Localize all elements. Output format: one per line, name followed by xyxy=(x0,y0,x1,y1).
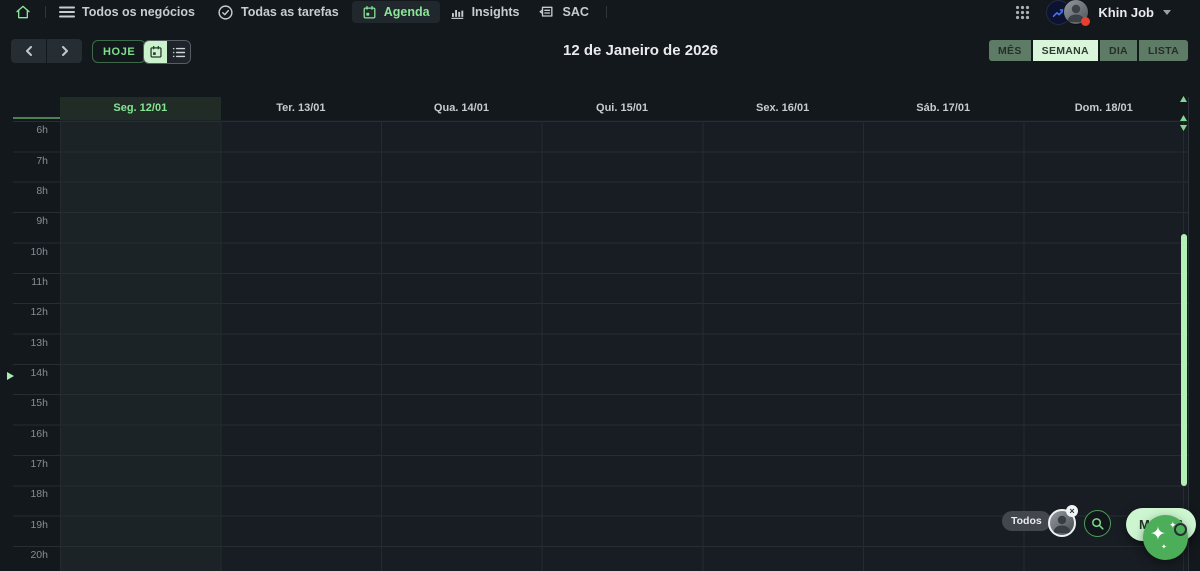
chat-icon xyxy=(539,6,553,17)
display-mode-toggle xyxy=(143,40,191,64)
fab-ring-icon xyxy=(1174,523,1187,536)
day-header-mon[interactable]: Seg. 12/01 xyxy=(60,97,221,120)
check-circle-icon xyxy=(218,4,233,20)
hour-label: 8h xyxy=(36,185,48,197)
column-gridlines xyxy=(60,121,1184,571)
list-view-icon xyxy=(172,47,185,57)
prev-button[interactable] xyxy=(11,39,46,63)
bar-chart-icon xyxy=(450,9,463,19)
date-nav-arrows xyxy=(11,39,82,63)
nav-deals[interactable]: Todos os negócios xyxy=(59,1,195,23)
nav-agenda[interactable]: Agenda xyxy=(351,1,440,23)
page-title: 12 de Janeiro de 2026 xyxy=(563,42,719,59)
day-header-thu[interactable]: Qui. 15/01 xyxy=(542,97,703,120)
scrollbar-thumb[interactable] xyxy=(1181,234,1187,486)
hour-label: 17h xyxy=(30,458,48,470)
nav-sac-label: SAC xyxy=(562,5,589,19)
hour-label: 10h xyxy=(30,246,48,258)
nav-insights-label: Insights xyxy=(471,5,520,19)
search-button[interactable] xyxy=(1084,510,1111,537)
nav-agenda-label: Agenda xyxy=(383,5,430,19)
close-icon[interactable]: × xyxy=(1066,505,1078,517)
hour-label: 6h xyxy=(36,124,48,136)
hour-label: 16h xyxy=(30,428,48,440)
topbar-right: Khin Job xyxy=(1014,0,1171,26)
nav-tasks-label: Todas as tarefas xyxy=(240,5,339,19)
view-day-button[interactable]: DIA xyxy=(1099,40,1137,61)
next-button[interactable] xyxy=(47,39,82,63)
home-button[interactable] xyxy=(14,3,32,21)
hour-label: 9h xyxy=(36,215,48,227)
today-button[interactable]: HOJE xyxy=(92,40,147,63)
calendar-view-icon xyxy=(149,45,162,58)
topbar-divider xyxy=(605,6,607,18)
hour-label: 15h xyxy=(30,397,48,409)
apps-grid-button[interactable] xyxy=(1014,4,1031,21)
hour-label: 13h xyxy=(30,337,48,349)
day-header-sun[interactable]: Dom. 18/01 xyxy=(1023,97,1184,120)
view-month-button[interactable]: MÊS xyxy=(988,40,1031,61)
hamburger-icon xyxy=(59,6,75,18)
day-header-sat[interactable]: Sáb. 17/01 xyxy=(863,97,1024,120)
user-avatar[interactable] xyxy=(1063,0,1091,26)
ai-fab-button[interactable]: ✦ ✦ ✦ xyxy=(1143,515,1188,560)
view-week-button[interactable]: SEMANA xyxy=(1032,40,1098,61)
hour-label: 7h xyxy=(36,155,48,167)
hour-label: 11h xyxy=(31,276,48,288)
gutter-accent-line xyxy=(13,117,60,119)
nav-insights[interactable]: Insights xyxy=(449,1,520,23)
notification-badge xyxy=(1081,17,1091,26)
filter-todos-pill[interactable]: Todos xyxy=(1002,511,1051,531)
user-name[interactable]: Khin Job xyxy=(1098,5,1154,20)
day-header-wed[interactable]: Qua. 14/01 xyxy=(381,97,542,120)
time-marker-icon xyxy=(7,372,14,380)
nav-sac[interactable]: SAC xyxy=(538,1,589,23)
topbar: Todos os negócios Todas as tarefas Agend… xyxy=(0,0,1200,26)
hour-label: 19h xyxy=(30,519,48,531)
calendar-icon xyxy=(363,5,376,18)
nav-deals-label: Todos os negócios xyxy=(82,5,195,19)
sparkle-icon: ✦ xyxy=(1161,544,1167,551)
scrollbar-track-border xyxy=(1188,97,1189,571)
chevron-left-icon xyxy=(25,46,32,56)
topbar-divider xyxy=(45,6,46,18)
list-view-button[interactable] xyxy=(167,41,190,63)
view-list-button[interactable]: LISTA xyxy=(1138,40,1188,61)
day-header-tue[interactable]: Ter. 13/01 xyxy=(221,97,382,120)
nav-tasks[interactable]: Todas as tarefas xyxy=(217,1,339,23)
calendar-view-button[interactable] xyxy=(144,41,167,63)
hour-label: 18h xyxy=(30,488,48,500)
chevron-right-icon xyxy=(61,46,68,56)
view-range-buttons: MÊS SEMANA DIA LISTA xyxy=(988,40,1188,61)
agenda-screen: Todos os negócios Todas as tarefas Agend… xyxy=(0,0,1200,571)
search-icon xyxy=(1092,518,1104,530)
apps-grid-icon xyxy=(1016,5,1030,19)
day-header-fri[interactable]: Sex. 16/01 xyxy=(702,97,863,120)
chevron-down-icon[interactable] xyxy=(1163,9,1171,15)
day-header-row: Seg. 12/01 Ter. 13/01 Qua. 14/01 Qui. 15… xyxy=(60,97,1184,120)
hour-label: 12h xyxy=(30,306,48,318)
hour-label: 20h xyxy=(30,549,48,561)
home-icon xyxy=(16,5,30,19)
